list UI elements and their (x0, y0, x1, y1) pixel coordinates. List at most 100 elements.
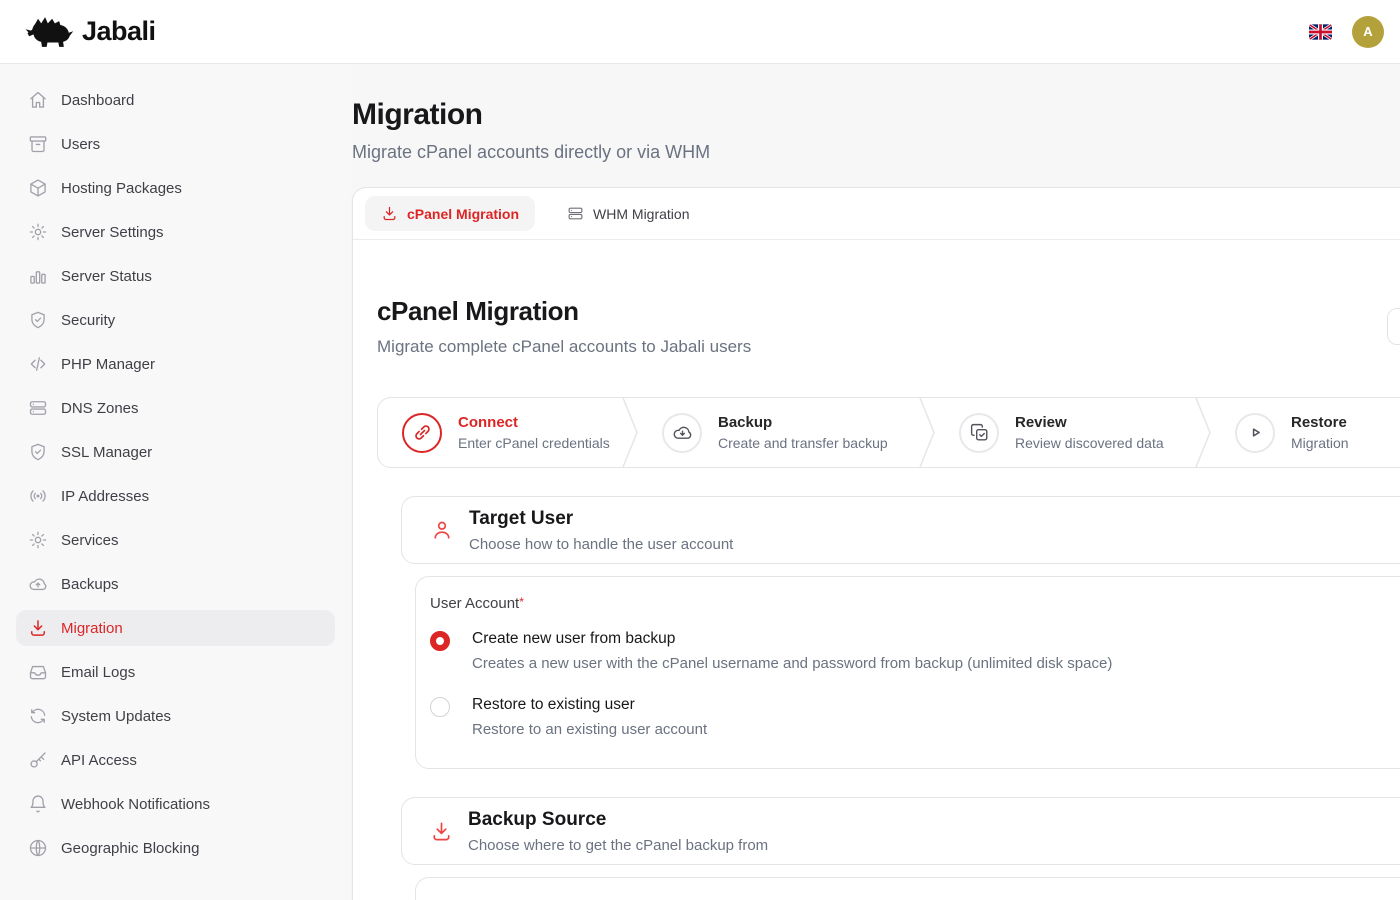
backup-source-panel (415, 877, 1400, 900)
step-backup[interactable]: Backup Create and transfer backup (638, 398, 919, 467)
step-subtitle: Enter cPanel credentials (458, 435, 610, 451)
gear-icon (28, 530, 48, 550)
sidebar-item-services[interactable]: Services (16, 522, 335, 558)
sidebar-item-label: Server Status (61, 268, 152, 285)
sidebar-item-label: Geographic Blocking (61, 840, 199, 857)
sidebar-item-server-status[interactable]: Server Status (16, 258, 335, 294)
radio-unselected[interactable] (430, 697, 450, 717)
sidebar-item-label: SSL Manager (61, 444, 152, 461)
sidebar-item-system-updates[interactable]: System Updates (16, 698, 335, 734)
sidebar-item-label: Hosting Packages (61, 180, 182, 197)
required-asterisk: * (519, 595, 524, 609)
sidebar-item-label: PHP Manager (61, 356, 155, 373)
sidebar-item-users[interactable]: Users (16, 126, 335, 162)
globe-icon (28, 838, 48, 858)
sidebar-item-email-logs[interactable]: Email Logs (16, 654, 335, 690)
language-flag-icon[interactable] (1309, 24, 1332, 40)
option-restore-existing-user[interactable]: Restore to existing user Restore to an e… (430, 696, 1400, 738)
link-icon (412, 422, 433, 443)
chevron-separator-icon (919, 398, 935, 467)
brand[interactable]: Jabali (24, 14, 156, 50)
step-subtitle: Migration (1291, 435, 1349, 451)
step-connect[interactable]: Connect Enter cPanel credentials (378, 398, 622, 467)
shield-check-icon (28, 442, 48, 462)
tab-whm-migration[interactable]: WHM Migration (551, 196, 705, 231)
sidebar-item-label: Security (61, 312, 115, 329)
sidebar-item-api-access[interactable]: API Access (16, 742, 335, 778)
sidebar-item-label: Migration (61, 620, 123, 637)
brand-title: Jabali (82, 16, 156, 47)
sidebar-item-dns-zones[interactable]: DNS Zones (16, 390, 335, 426)
chevron-separator-icon (622, 398, 638, 467)
archive-icon (28, 134, 48, 154)
radio-selected[interactable] (430, 631, 450, 651)
step-title: Connect (458, 414, 610, 431)
backup-source-header: Backup Source Choose where to get the cP… (401, 797, 1400, 865)
signal-icon (28, 486, 48, 506)
step-circle (662, 413, 702, 453)
target-user-title: Target User (469, 508, 733, 530)
clipboard-check-icon (969, 422, 990, 443)
home-icon (28, 90, 48, 110)
person-icon (430, 518, 454, 542)
cloud-download-icon (672, 422, 693, 443)
chevron-separator-icon (1195, 398, 1211, 467)
sidebar-item-label: IP Addresses (61, 488, 149, 505)
sidebar-item-ip-addresses[interactable]: IP Addresses (16, 478, 335, 514)
tab-cpanel-migration[interactable]: cPanel Migration (365, 196, 535, 231)
section-title: cPanel Migration (377, 296, 751, 327)
start-over-button[interactable]: Start Over (1387, 308, 1400, 345)
sidebar-item-dashboard[interactable]: Dashboard (16, 82, 335, 118)
section-subtitle: Migrate complete cPanel accounts to Jaba… (377, 337, 751, 357)
download-icon (430, 820, 453, 843)
bar-chart-icon (28, 266, 48, 286)
step-restore[interactable]: Restore Migration (1211, 398, 1400, 467)
user-account-label: User Account* (430, 595, 1400, 612)
target-user-header: Target User Choose how to handle the use… (401, 496, 1400, 564)
migration-stepper: Connect Enter cPanel credentials Backup … (377, 397, 1400, 468)
tab-label: WHM Migration (593, 206, 689, 222)
option-description: Creates a new user with the cPanel usern… (472, 655, 1112, 672)
backup-source-subtitle: Choose where to get the cPanel backup fr… (468, 837, 768, 854)
migration-card: cPanel Migration WHM Migration cPanel Mi… (352, 187, 1400, 900)
sidebar-item-label: Backups (61, 576, 119, 593)
option-description: Restore to an existing user account (472, 721, 707, 738)
user-avatar[interactable]: A (1352, 16, 1384, 48)
sidebar-item-backups[interactable]: Backups (16, 566, 335, 602)
step-title: Restore (1291, 414, 1349, 431)
sidebar-item-server-settings[interactable]: Server Settings (16, 214, 335, 250)
page-title: Migration (352, 98, 1400, 132)
sidebar: Dashboard Users Hosting Packages Server … (0, 64, 351, 900)
shield-check-icon (28, 310, 48, 330)
sidebar-item-label: System Updates (61, 708, 171, 725)
step-review[interactable]: Review Review discovered data (935, 398, 1195, 467)
top-bar: Jabali A (0, 0, 1400, 64)
sidebar-item-migration[interactable]: Migration (16, 610, 335, 646)
sidebar-item-php-manager[interactable]: PHP Manager (16, 346, 335, 382)
server-icon (567, 205, 584, 222)
tab-label: cPanel Migration (407, 206, 519, 222)
step-circle (959, 413, 999, 453)
sidebar-item-label: Server Settings (61, 224, 164, 241)
bell-icon (28, 794, 48, 814)
sidebar-item-security[interactable]: Security (16, 302, 335, 338)
option-create-new-user[interactable]: Create new user from backup Creates a ne… (430, 630, 1400, 672)
play-icon (1245, 422, 1266, 443)
page-subtitle: Migrate cPanel accounts directly or via … (352, 142, 1400, 163)
sidebar-item-geographic-blocking[interactable]: Geographic Blocking (16, 830, 335, 866)
step-circle (1235, 413, 1275, 453)
sidebar-item-ssl-manager[interactable]: SSL Manager (16, 434, 335, 470)
sidebar-item-label: Email Logs (61, 664, 135, 681)
step-title: Backup (718, 414, 888, 431)
gear-icon (28, 222, 48, 242)
step-subtitle: Create and transfer backup (718, 435, 888, 451)
cube-icon (28, 178, 48, 198)
user-account-panel: User Account* Create new user from backu… (415, 576, 1400, 769)
download-icon (381, 205, 398, 222)
sidebar-item-hosting-packages[interactable]: Hosting Packages (16, 170, 335, 206)
step-subtitle: Review discovered data (1015, 435, 1164, 451)
sidebar-item-label: API Access (61, 752, 137, 769)
sidebar-item-webhook-notifications[interactable]: Webhook Notifications (16, 786, 335, 822)
option-label: Restore to existing user (472, 696, 707, 714)
sidebar-item-label: DNS Zones (61, 400, 139, 417)
